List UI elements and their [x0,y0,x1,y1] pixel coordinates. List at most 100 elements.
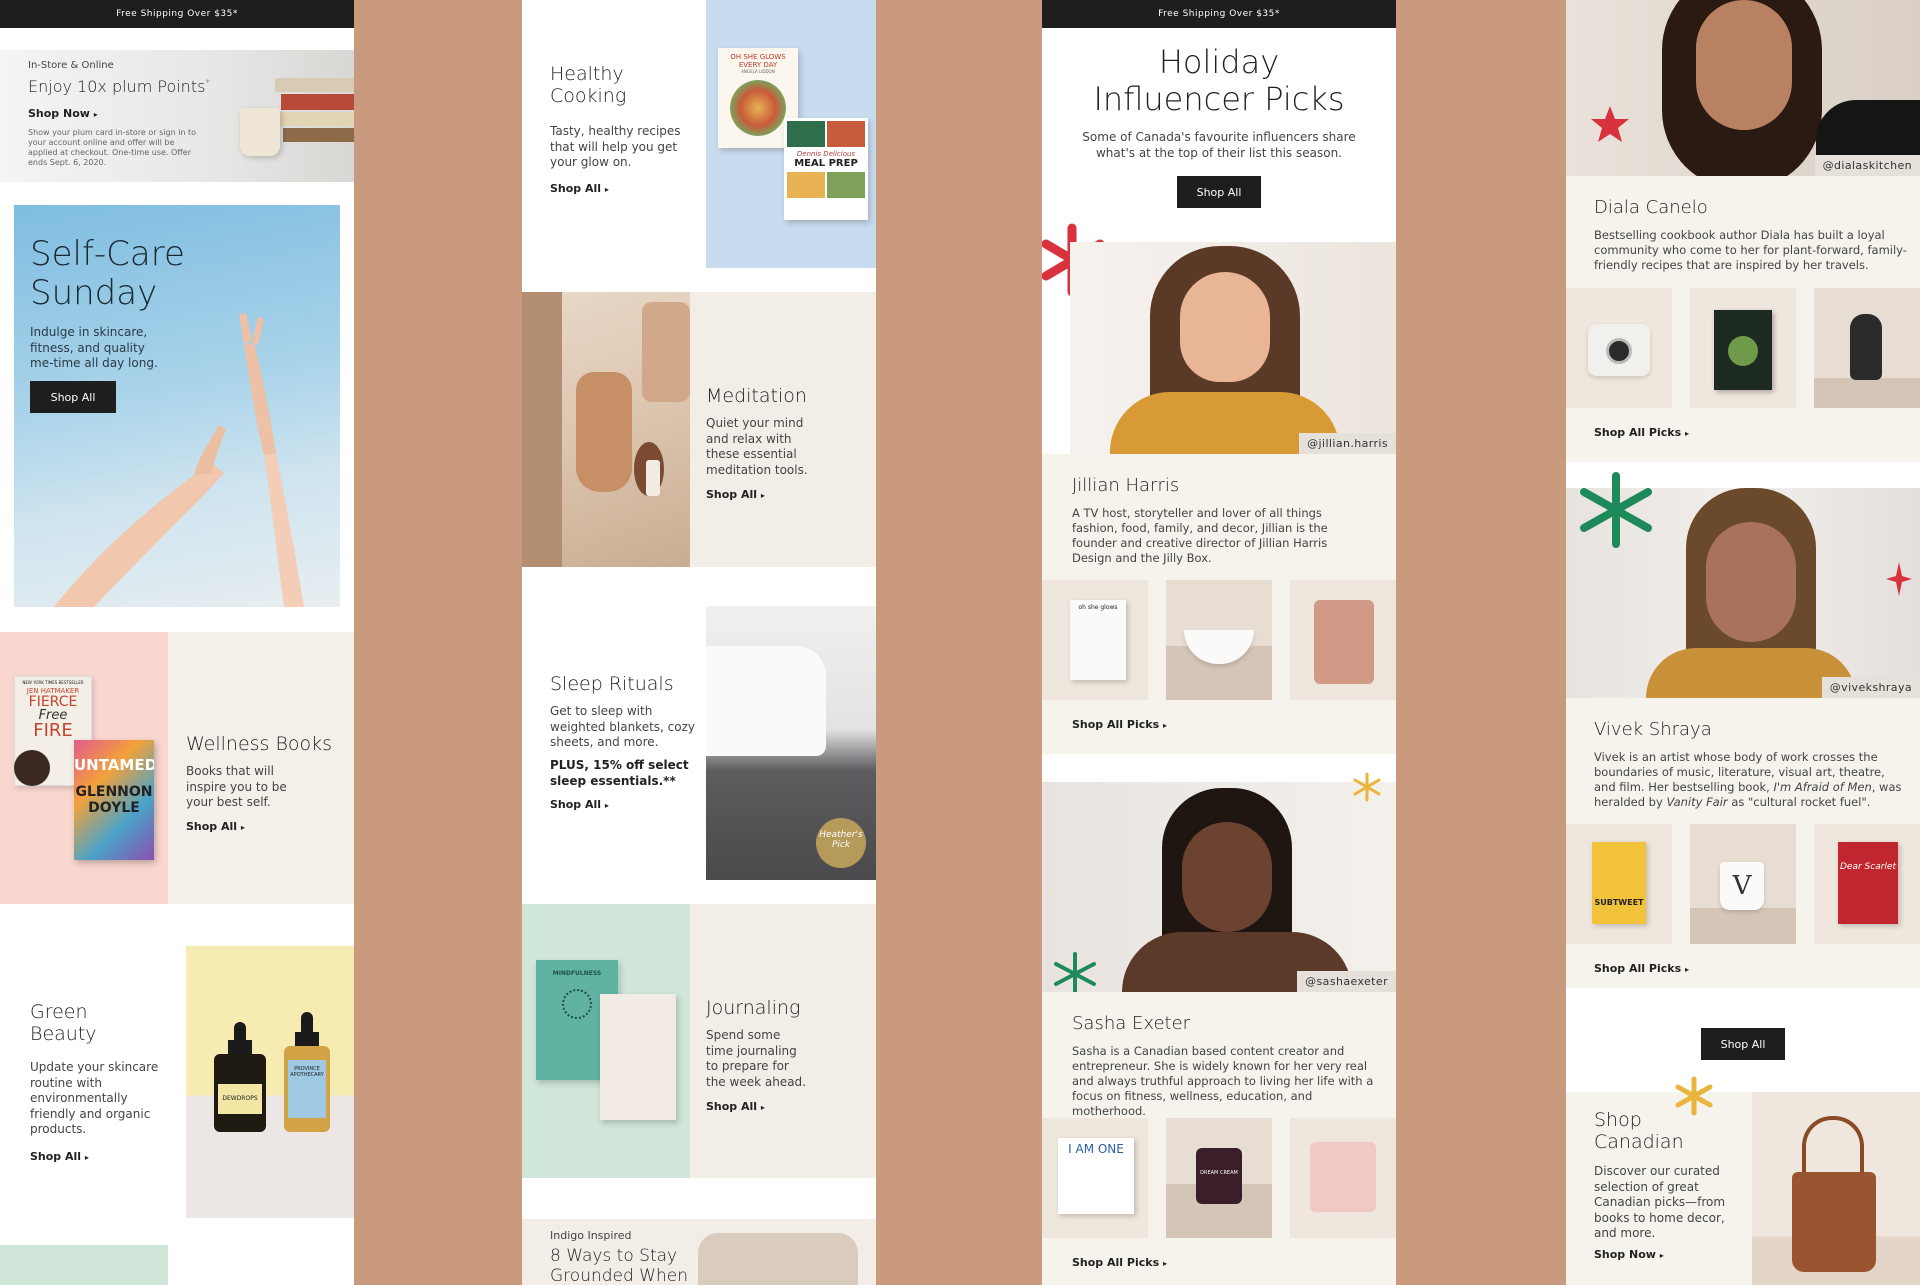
journals-image: MINDFULNESS [522,904,690,1178]
sasha-pick-pajamas[interactable] [1290,1118,1396,1238]
healthy-title-line1: Healthy [550,63,624,85]
heathers-pick-badge: Heather's Pick [816,818,866,868]
shop-canadian-block[interactable]: Shop Canadian Discover our curated select… [1566,1092,1920,1285]
diala-photo: @dialaskitchen [1566,0,1920,176]
sleep-link-text: Shop All [550,798,602,811]
book1-title1: FIERCE [28,694,78,710]
pajamas-shape [1310,1142,1376,1212]
jillian-pick-bowl[interactable] [1166,580,1272,700]
promo-shop-now-link[interactable]: Shop Now ▸ [28,107,98,120]
province-bottle: PROVINCE APOTHECARY [284,1012,330,1132]
indigo-title-line2: Grounded When [550,1265,689,1285]
journaling-block[interactable]: MINDFULNESS Journaling Spend some time j… [522,904,876,1178]
diala-pick-diffuser[interactable] [1814,288,1920,408]
caret-right-icon: ▸ [760,1103,765,1112]
caret-right-icon: ▸ [1684,965,1689,974]
diala-bio: Bestselling cookbook author Diala has bu… [1594,228,1907,272]
sleep-rituals-shop-all-link[interactable]: Shop All ▸ [550,798,609,811]
serum-bottles-image: DEWDROPS PROVINCE APOTHECARY [186,946,354,1218]
sasha-pick-book[interactable]: I AM ONE [1042,1118,1148,1238]
diala-pick-cookbook[interactable] [1690,288,1796,408]
caret-right-icon: ▸ [84,1153,89,1162]
sleep-rituals-block[interactable]: Sleep Rituals Get to sleep with weighted… [522,584,876,880]
diala-handle: @dialaskitchen [1814,155,1920,176]
sleep-rituals-title: Sleep Rituals [550,673,674,695]
indigo-inspired-block[interactable]: Indigo Inspired 8 Ways to Stay Grounded W… [522,1219,876,1285]
holiday-shop-all-button[interactable]: Shop All [1177,176,1261,208]
vivek-pick-mug[interactable]: V [1690,824,1796,944]
subtweet-title: SUBTWEET [1592,842,1646,924]
dewdrops-bottle: DEWDROPS [214,1022,266,1132]
healthy-cooking-title: Healthy Cooking [550,63,626,108]
wellness-link-text: Shop All [186,820,238,833]
journal-cover-title: MINDFULNESS [552,970,602,977]
email-column-3: Free Shipping Over $35* Holiday Influenc… [1042,0,1396,1285]
healthy-link-text: Shop All [550,182,602,195]
meditation-block[interactable]: Meditation Quiet your mind and relax wit… [522,292,876,567]
wellness-books-shop-all-link[interactable]: Shop All ▸ [186,820,245,833]
throw-blanket-shape [1314,600,1374,684]
diala-link-text: Shop All Picks [1594,426,1682,439]
wellness-books-body: Books that will inspire you to be your b… [186,764,287,810]
email-column-1: Free Shipping Over $35* In-Store & Onlin… [0,0,354,1285]
plum-promo-block[interactable]: In-Store & Online Enjoy 10x plum Points*… [0,50,354,182]
book-mealprep-title: MEAL PREP [794,158,858,169]
sasha-pick-jar[interactable]: DREAM CREAM [1166,1118,1272,1238]
sasha-bio: Sasha is a Canadian based content creato… [1072,1044,1374,1118]
journaling-title: Journaling [706,997,801,1019]
vivek-bio-part3: as "cultural rocket fuel". [1731,794,1871,809]
books-stack-image [275,68,354,146]
green-link-text: Shop All [30,1150,82,1163]
caret-right-icon: ▸ [760,491,765,500]
bucket-bag-shape [1792,1172,1876,1272]
caret-right-icon: ▸ [93,110,98,119]
meal-prep-book: Dennis Delicious MEAL PREP [784,118,868,220]
green-beauty-block[interactable]: Green Beauty Update your skincare routine… [0,922,354,1222]
holiday-picks-title: Holiday Influencer Picks [1042,44,1396,118]
vivek-pick-dear-scarlet[interactable]: Dear Scarlet [1814,824,1920,944]
book2-author1: GLENNON [75,784,153,800]
canadian-link-text: Shop Now [1594,1248,1656,1261]
promo-title: Enjoy 10x plum Points* [28,77,210,96]
wellness-books-block[interactable]: NEW YORK TIMES BESTSELLER JEN HATMAKER F… [0,632,354,904]
sasha-jar-label: DREAM CREAM [1200,1170,1238,1176]
diala-shop-all-picks-link[interactable]: Shop All Picks ▸ [1594,426,1689,439]
book-mealprep-author: Dennis Delicious [796,150,856,158]
healthy-cooking-block[interactable]: Healthy Cooking Tasty, healthy recipes th… [522,0,876,268]
wellness-books-image: NEW YORK TIMES BESTSELLER JEN HATMAKER F… [0,632,168,904]
caret-right-icon: ▸ [1162,1259,1167,1268]
journaling-shop-all-link[interactable]: Shop All ▸ [706,1100,765,1113]
green-star-decoration [1054,952,1096,994]
meditation-shop-all-link[interactable]: Shop All ▸ [706,488,765,501]
jillian-pick-throw[interactable] [1290,580,1396,700]
jillian-handle: @jillian.harris [1299,433,1396,454]
jillian-book-title: oh she glows [1070,600,1126,680]
jillian-photo: @jillian.harris [1070,242,1396,454]
vivek-shop-all-picks-link[interactable]: Shop All Picks ▸ [1594,962,1689,975]
vivek-bio: Vivek is an artist whose body of work cr… [1594,750,1910,810]
bowl-shape [1184,630,1254,664]
jillian-card: Jillian Harris A TV host, storyteller an… [1042,454,1396,754]
book-osg-author: ANGELA LIDDON [741,69,775,74]
cookbooks-image: OH SHE GLOWS EVERY DAY ANGELA LIDDON Den… [706,0,876,268]
camera-shape [1588,324,1650,376]
diala-pick-camera[interactable] [1566,288,1672,408]
influencers-shop-all-button[interactable]: Shop All [1701,1028,1785,1060]
leather-bag-image [1752,1092,1920,1285]
jillian-pick-book[interactable]: oh she glows [1042,580,1148,700]
healthy-cooking-shop-all-link[interactable]: Shop All ▸ [550,182,609,195]
indigo-title: 8 Ways to Stay Grounded When [550,1246,689,1285]
caret-right-icon: ▸ [604,185,609,194]
promo-title-sup: * [205,78,210,89]
shop-canadian-shop-now-link[interactable]: Shop Now ▸ [1594,1248,1664,1261]
sleep-rituals-body: Get to sleep with weighted blankets, coz… [550,704,696,750]
vivek-pick-subtweet[interactable]: SUBTWEET [1566,824,1672,944]
self-care-sunday-block[interactable]: Self-Care Sunday Indulge in skincare, fit… [14,205,340,607]
jillian-shop-all-picks-link[interactable]: Shop All Picks ▸ [1072,718,1167,731]
green-beauty-shop-all-link[interactable]: Shop All ▸ [30,1150,89,1163]
diffuser-shape [576,372,632,492]
sasha-shop-all-picks-link[interactable]: Shop All Picks ▸ [1072,1256,1167,1269]
shop-canadian-body: Discover our curated selection of great … [1594,1164,1726,1241]
holiday-title-line2: Influencer Picks [1093,79,1345,118]
book1-title3: FIRE [33,720,73,741]
